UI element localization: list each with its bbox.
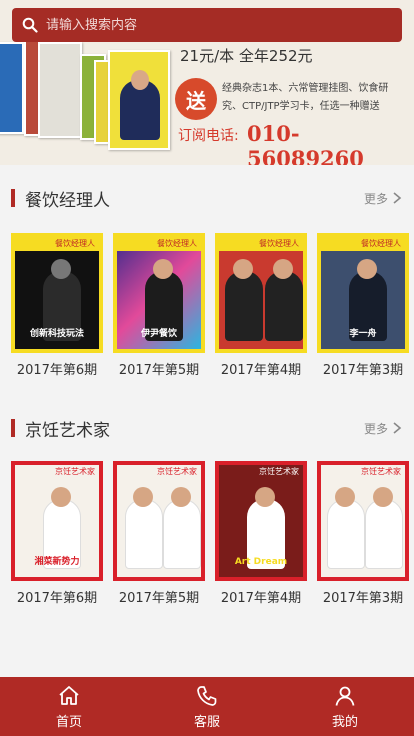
- phone-number[interactable]: 010-56089260: [247, 121, 414, 165]
- home-icon: [59, 685, 79, 705]
- magazine-cover[interactable]: 京饪艺术家: [317, 461, 409, 581]
- magazine-item[interactable]: 餐饮经理人 2017年第4期: [215, 233, 307, 378]
- magazine-cover[interactable]: 餐饮经理人 伊尹餐饮: [113, 233, 205, 353]
- nav-mine[interactable]: 我的: [276, 677, 414, 736]
- magazine-cover[interactable]: 京饪艺术家: [113, 461, 205, 581]
- nav-mine-label: 我的: [331, 714, 358, 730]
- more-link[interactable]: 更多: [364, 420, 388, 437]
- magazine-item[interactable]: 餐饮经理人 李一舟 2017年第3期: [317, 233, 409, 378]
- more-link[interactable]: 更多: [364, 190, 388, 207]
- section-title: 餐饮经理人: [25, 191, 110, 211]
- nav-service[interactable]: 客服: [138, 677, 276, 736]
- nav-home[interactable]: 首页: [0, 677, 138, 736]
- issue-label: 2017年第5期: [118, 591, 200, 606]
- magazine-cover[interactable]: 餐饮经理人: [215, 233, 307, 353]
- magazine-stack-image: [0, 40, 178, 162]
- magazine-cover[interactable]: 餐饮经理人 李一舟: [317, 233, 409, 353]
- magazine-item[interactable]: 餐饮经理人 伊尹餐饮 2017年第5期: [113, 233, 205, 378]
- issue-label: 2017年第6期: [16, 363, 98, 378]
- magazine-item[interactable]: 京饪艺术家 湘菜新势力 2017年第6期: [11, 461, 103, 606]
- nav-home-label: 首页: [55, 714, 82, 730]
- section-jingren-yishujia: 京饪艺术家 更多 京饪艺术家 湘菜新势力 2017年第6期 京饪艺术家 2017…: [0, 413, 414, 606]
- magazine-item[interactable]: 餐饮经理人 创新科技玩法 2017年第6期: [11, 233, 103, 378]
- issue-label: 2017年第4期: [220, 591, 302, 606]
- nav-service-label: 客服: [193, 714, 220, 730]
- issue-label: 2017年第3期: [322, 363, 404, 378]
- issue-label: 2017年第5期: [118, 363, 200, 378]
- section-title: 京饪艺术家: [25, 421, 110, 441]
- magazine-item[interactable]: 京饪艺术家 2017年第3期: [317, 461, 409, 606]
- phone-icon: [197, 685, 217, 706]
- issue-label: 2017年第3期: [322, 591, 404, 606]
- bottom-nav: 首页 客服 我的: [0, 677, 414, 736]
- chevron-right-icon[interactable]: [392, 191, 402, 205]
- gift-badge: 送: [175, 78, 217, 120]
- chevron-right-icon[interactable]: [392, 421, 402, 435]
- search-icon: [22, 17, 38, 33]
- magazine-item[interactable]: 京饪艺术家 2017年第5期: [113, 461, 205, 606]
- section-canyin-jingliren: 餐饮经理人 更多 餐饮经理人 创新科技玩法 2017年第6期 餐饮经理人 伊尹餐…: [0, 183, 414, 378]
- phone-label: 订阅电话:: [178, 128, 239, 144]
- user-icon: [335, 686, 355, 706]
- search-bar[interactable]: [12, 8, 402, 42]
- issue-label: 2017年第6期: [16, 591, 98, 606]
- subscription-price: 21元/本 全年252元: [180, 47, 313, 65]
- search-input[interactable]: [44, 16, 384, 34]
- section-marker: [11, 419, 15, 437]
- magazine-cover[interactable]: 京饪艺术家 湘菜新势力: [11, 461, 103, 581]
- issue-label: 2017年第4期: [220, 363, 302, 378]
- magazine-cover[interactable]: 京饪艺术家 Art Dream: [215, 461, 307, 581]
- magazine-item[interactable]: 京饪艺术家 Art Dream 2017年第4期: [215, 461, 307, 606]
- gift-description: 经典杂志1本、六常管理挂图、饮食研究、CTP/JTP学习卡，任选一种赠送: [222, 83, 389, 112]
- section-marker: [11, 189, 15, 207]
- magazine-cover[interactable]: 餐饮经理人 创新科技玩法: [11, 233, 103, 353]
